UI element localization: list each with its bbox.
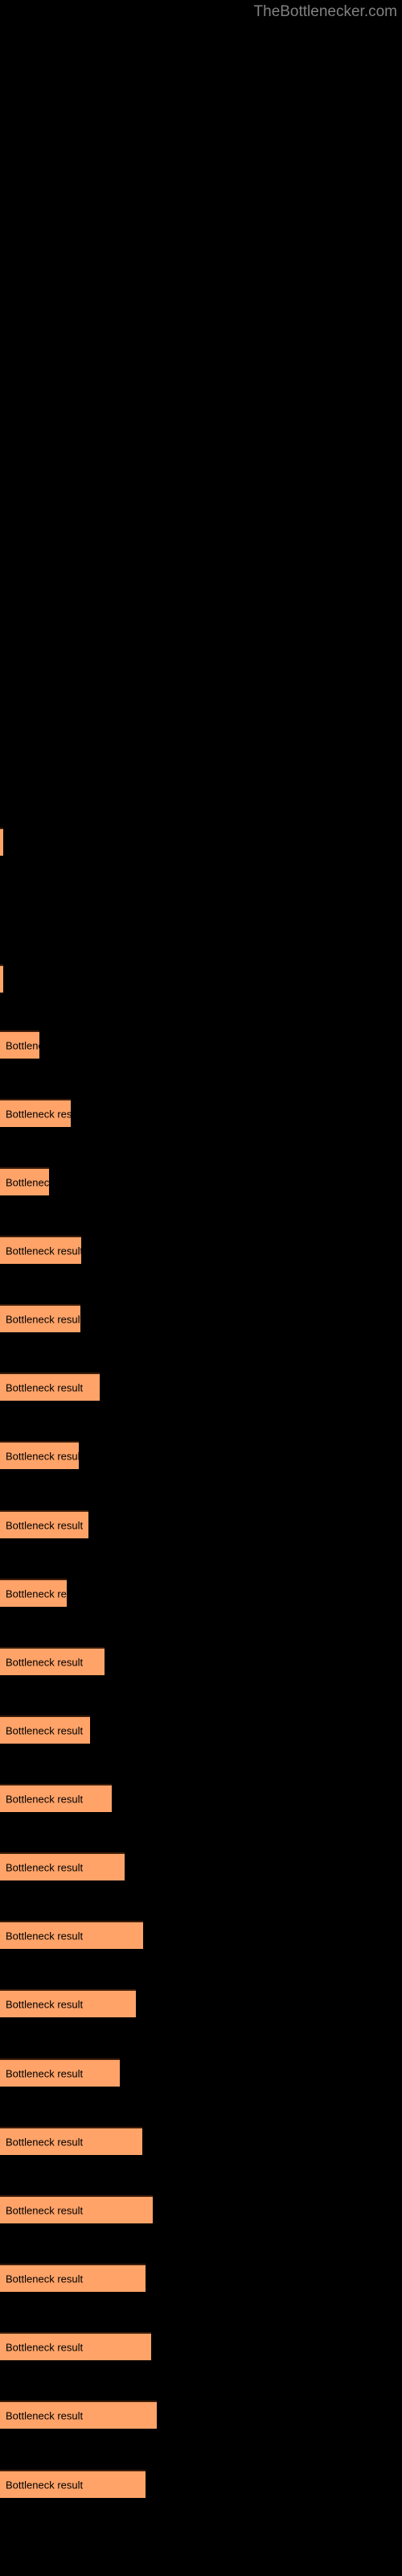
chart-bar[interactable]: Bottleneck result	[0, 2264, 146, 2292]
bar-row: Bottleneck result	[0, 2264, 402, 2292]
chart-bar[interactable]: Bottleneck result	[0, 1236, 81, 1264]
bar-row: Bottleneck result	[0, 1030, 402, 1059]
chart-bar[interactable]: Bottleneck result	[0, 2127, 142, 2155]
bar-row: Bottleneck result	[0, 1510, 402, 1538]
bar-row: Bottleneck result	[0, 1647, 402, 1675]
bar-row: Bottleneck result	[0, 1921, 402, 1949]
bar-row: Bottleneck result	[0, 1304, 402, 1332]
bar-label: Bottleneck result	[6, 2136, 84, 2148]
bar-row: Bottleneck result	[0, 1579, 402, 1607]
bar-label: Bottleneck result	[6, 2067, 84, 2079]
bar-label: Bottleneck result	[6, 1313, 80, 1325]
bar-label: Bottleneck result	[6, 1176, 49, 1188]
chart-bar[interactable]: Bottleneck result	[0, 1304, 80, 1332]
bar-row: Bottleneck result	[0, 1099, 402, 1127]
bar-label: Bottleneck result	[6, 1587, 67, 1600]
bar-label: Bottleneck result	[6, 1861, 84, 1873]
bar-row: Bottleneck result	[0, 1167, 402, 1195]
bar-label: Bottleneck result	[6, 1656, 84, 1668]
bar-row: Bottleneck result	[0, 1715, 402, 1744]
chart-bar[interactable]: Bottleneck result	[0, 1715, 90, 1744]
bar-row: Bottleneck result	[0, 1373, 402, 1401]
bar-label: Bottleneck result	[6, 1930, 84, 1942]
bar-row: Bottleneck result	[0, 2401, 402, 2429]
bar-chart: Bottleneck result Bottleneck result Bottle…	[0, 0, 402, 2576]
bar-row: Bottleneck result	[0, 2470, 402, 2498]
chart-bar[interactable]: Bottleneck result	[0, 1099, 71, 1127]
bar-row: Bottleneck result	[0, 2332, 402, 2360]
chart-bar[interactable]: Bottleneck result	[0, 1784, 112, 1812]
bar-label: Bottleneck result	[6, 1724, 84, 1736]
bar-label: Bottleneck result	[6, 2479, 84, 2491]
chart-bar[interactable]: Bottleneck result	[0, 1647, 105, 1675]
bar-row: Bottleneck result	[0, 1236, 402, 1264]
bar-label: Bottleneck result	[6, 1108, 71, 1120]
bar-label: Bottleneck result	[6, 2273, 84, 2285]
chart-bar[interactable]: Bottleneck result	[0, 1167, 49, 1195]
chart-bar[interactable]: Bottleneck result	[0, 2401, 157, 2429]
bar-label: Bottleneck result	[6, 2341, 84, 2353]
chart-bar[interactable]: Bottleneck result	[0, 2332, 151, 2360]
bar-row: Bottleneck result	[0, 1441, 402, 1469]
bar-row: Bottleneck result	[0, 828, 402, 856]
bar-label: Bottleneck result	[6, 2204, 84, 2216]
bar-label: Bottleneck result	[6, 1039, 39, 1051]
bar-row: Bottleneck result	[0, 2058, 402, 2087]
bar-label: Bottleneck result	[6, 1793, 84, 1805]
bar-row: Bottleneck result	[0, 964, 402, 993]
chart-bar[interactable]: Bottleneck result	[0, 1441, 79, 1469]
chart-bar[interactable]: Bottleneck result	[0, 1921, 143, 1949]
bar-label: Bottleneck result	[6, 1998, 84, 2010]
chart-bar[interactable]: Bottleneck result	[0, 1579, 67, 1607]
bar-row: Bottleneck result	[0, 2127, 402, 2155]
bar-label: Bottleneck result	[6, 2409, 84, 2421]
bar-row: Bottleneck result	[0, 1784, 402, 1812]
bar-label: Bottleneck result	[6, 1245, 81, 1257]
chart-bar[interactable]: Bottleneck result	[0, 1373, 100, 1401]
bar-label: Bottleneck result	[6, 1450, 79, 1462]
chart-bar[interactable]: Bottleneck result	[0, 828, 3, 856]
chart-bar[interactable]: Bottleneck result	[0, 1030, 39, 1059]
chart-bar[interactable]: Bottleneck result	[0, 1989, 136, 2017]
chart-bar[interactable]: Bottleneck result	[0, 964, 3, 993]
chart-bar[interactable]: Bottleneck result	[0, 2470, 146, 2498]
bar-label: Bottleneck result	[6, 1519, 84, 1531]
chart-bar[interactable]: Bottleneck result	[0, 2195, 153, 2223]
bar-label: Bottleneck result	[6, 1381, 84, 1393]
bar-row: Bottleneck result	[0, 1852, 402, 1880]
bar-row: Bottleneck result	[0, 1989, 402, 2017]
chart-bar[interactable]: Bottleneck result	[0, 2058, 120, 2087]
bar-row: Bottleneck result	[0, 2195, 402, 2223]
chart-bar[interactable]: Bottleneck result	[0, 1852, 125, 1880]
chart-bar[interactable]: Bottleneck result	[0, 1510, 88, 1538]
